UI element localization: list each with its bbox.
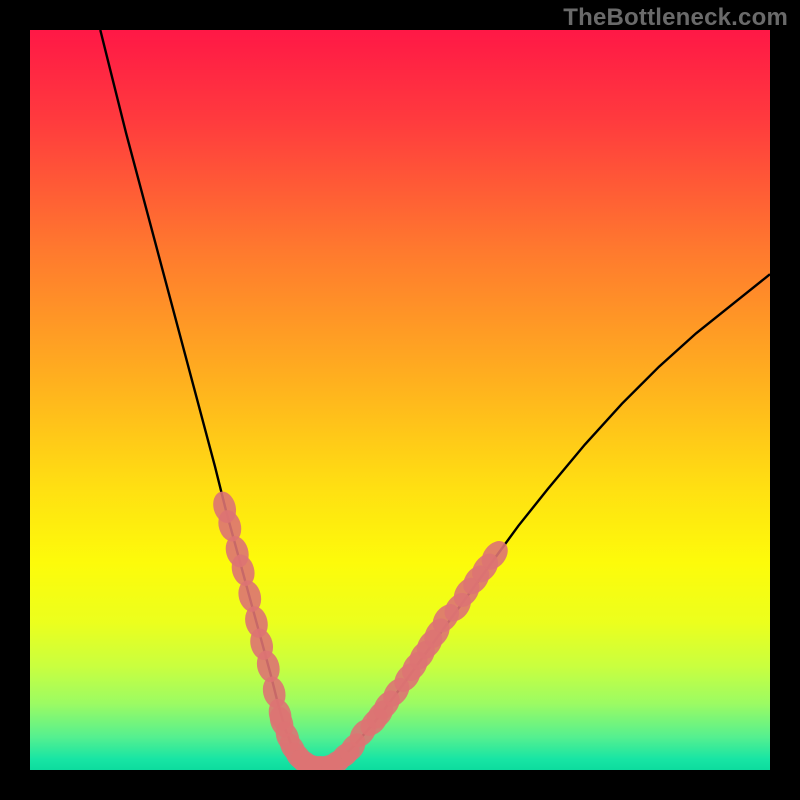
- outer-frame: TheBottleneck.com: [0, 0, 800, 800]
- bottleneck-chart: [30, 30, 770, 770]
- watermark-text: TheBottleneck.com: [563, 4, 788, 32]
- gradient-background: [30, 30, 770, 770]
